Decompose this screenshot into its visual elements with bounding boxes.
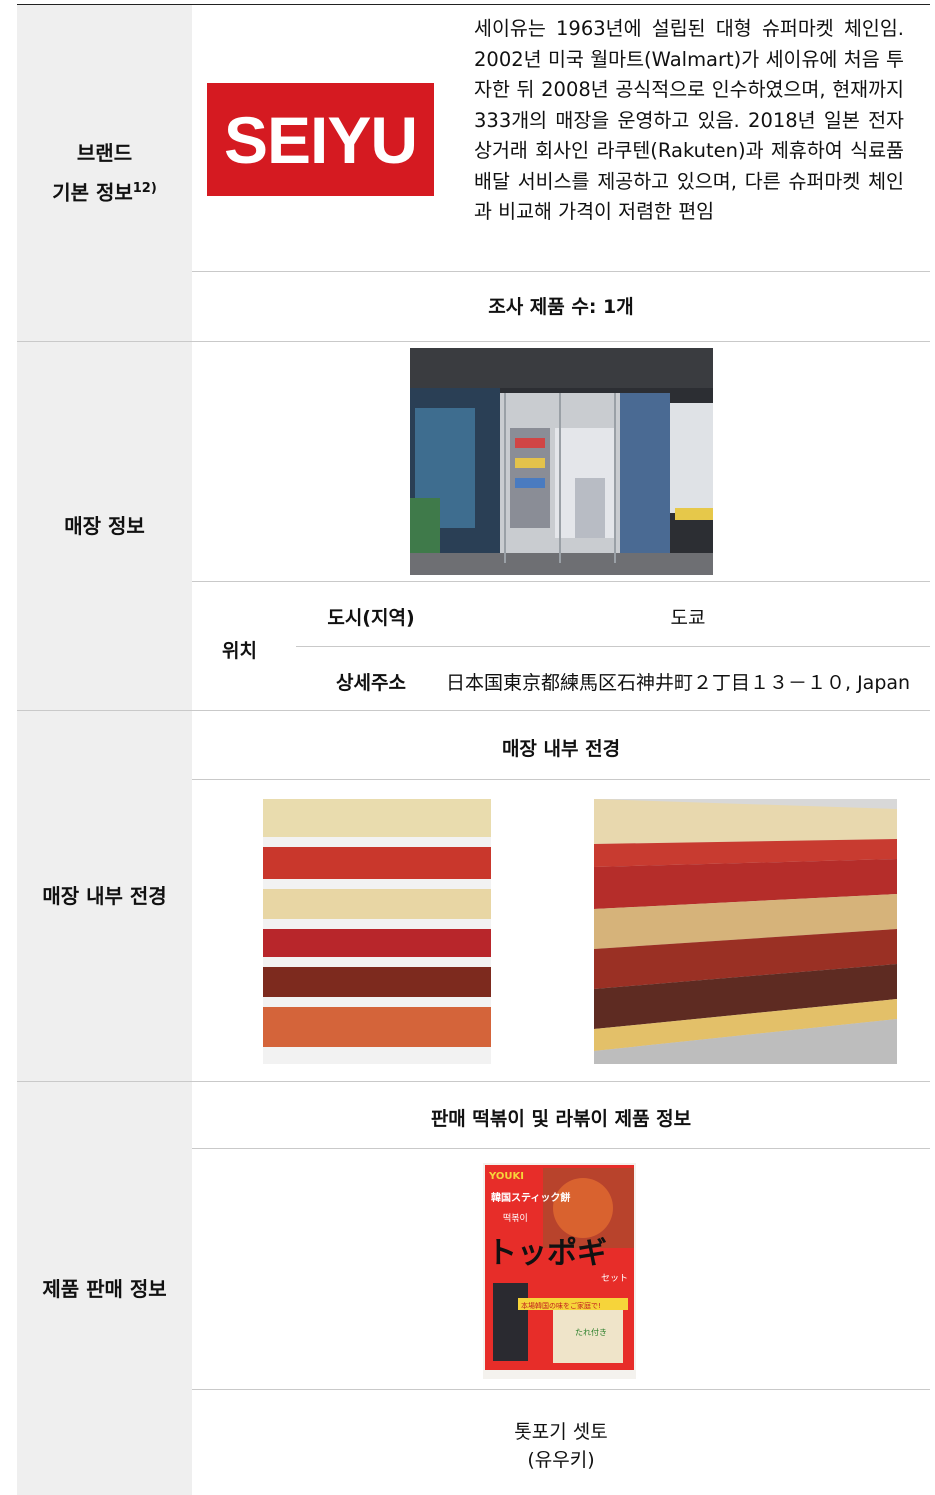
- package-sauce: たれ付き: [575, 1327, 607, 1337]
- city-value: 도쿄: [670, 607, 706, 629]
- package-sub: セット: [601, 1273, 628, 1284]
- product-brand: (유우키): [527, 1449, 595, 1471]
- product-caption: 톳포기 셋토 (유우키): [192, 1418, 930, 1474]
- package-korean: 떡볶이: [503, 1213, 528, 1224]
- product-heading: 판매 떡볶이 및 라볶이 제품 정보: [430, 1108, 692, 1130]
- address-label: 상세주소: [336, 672, 406, 694]
- product-name: 톳포기 셋토: [514, 1421, 608, 1443]
- product-info-label: 제품 판매 정보: [17, 1082, 192, 1495]
- product-package-image: YOUKI 韓国スティック餅 떡볶이 トッポギ セット 本場韓国の味をご家庭で!…: [483, 1163, 636, 1379]
- brand-label-line2: 기본 정보: [52, 180, 133, 205]
- separator: [192, 581, 930, 582]
- separator: [192, 779, 930, 780]
- interior-photo-2: [594, 799, 897, 1064]
- brand-description: 세이유는 1963년에 설립된 대형 슈퍼마켓 체인임. 2002년 미국 월마…: [474, 17, 904, 223]
- package-brand: YOUKI: [488, 1171, 524, 1182]
- separator: [192, 271, 930, 272]
- seiyu-logo: SEIYU: [207, 83, 434, 196]
- separator: [296, 646, 930, 647]
- store-info-label: 매장 정보: [17, 342, 192, 710]
- store-entrance-photo: [410, 348, 713, 575]
- survey-count: 조사 제품 수: 1개: [488, 296, 634, 318]
- package-banner: 本場韓国の味をご家庭で!: [521, 1301, 601, 1310]
- package-line1: 韓国スティック餅: [491, 1191, 570, 1204]
- address-value: 日本国東京都練馬区石神井町２丁目１３－１０, Japan: [446, 672, 911, 694]
- package-title: トッポギ: [487, 1236, 607, 1271]
- interior-heading: 매장 내부 전경: [501, 738, 621, 760]
- seiyu-logo-text: SEIYU: [223, 102, 418, 177]
- separator: [192, 1389, 930, 1390]
- location-label: 위치: [222, 640, 257, 662]
- brand-label-line1: 브랜드: [76, 141, 133, 166]
- city-label: 도시(지역): [327, 607, 415, 629]
- interior-label: 매장 내부 전경: [17, 711, 192, 1081]
- footnote-ref: 12): [132, 181, 157, 197]
- interior-photo-1: [263, 799, 491, 1064]
- brand-info-label: 브랜드 기본 정보12): [17, 5, 192, 341]
- separator: [192, 1148, 930, 1149]
